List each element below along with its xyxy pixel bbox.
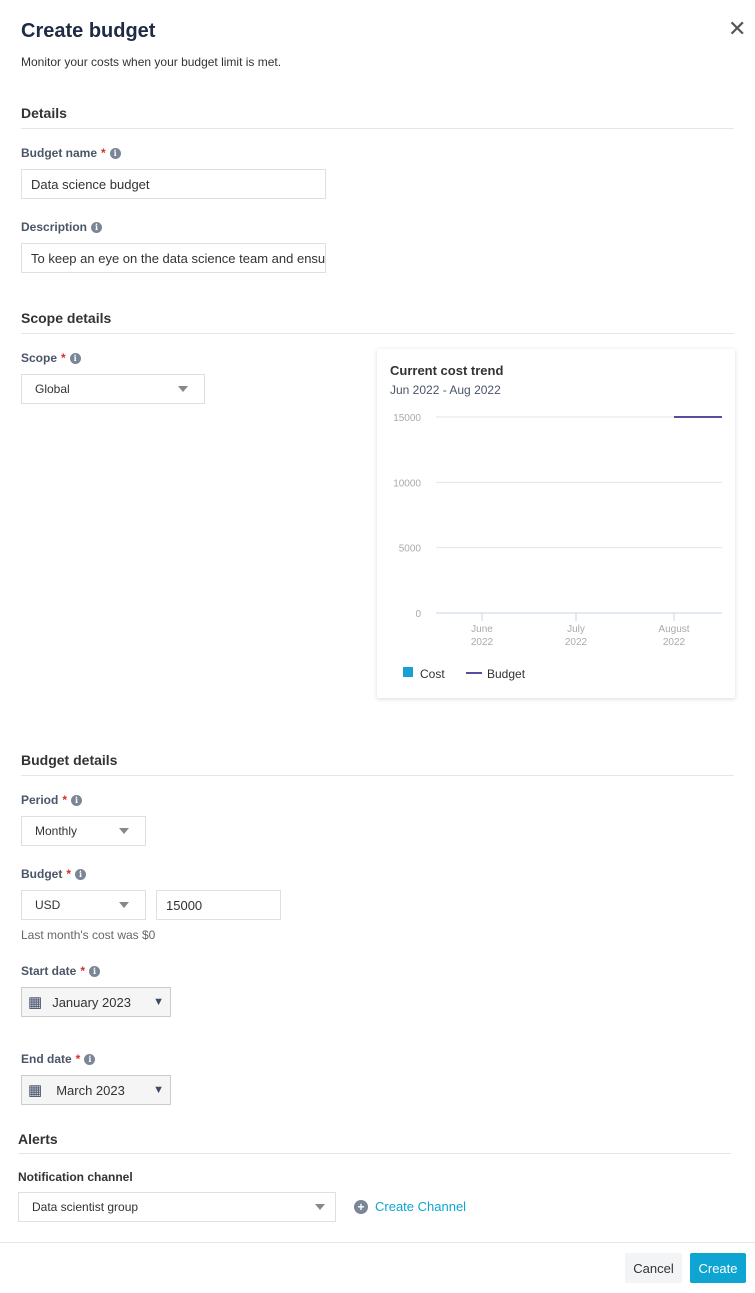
x-tick-label: July [567,624,585,635]
y-tick-label: 5000 [399,544,422,555]
caret-down-icon [119,828,129,834]
caret-down-icon [119,902,129,908]
scope-value: Global [35,382,70,396]
plus-circle-icon: + [354,1199,368,1214]
required-mark: * [101,146,106,160]
label-text: Description [21,220,88,234]
required-mark: * [61,351,66,365]
alerts-heading: Alerts [18,1131,58,1147]
description-label: Description i [21,220,103,234]
description-input[interactable]: To keep an eye on the data science team … [21,243,326,273]
y-tick-label: 15000 [393,413,421,424]
budget-label: Budget * i [21,867,86,881]
scope-label: Scope * i [21,351,81,365]
info-icon[interactable]: i [69,352,81,364]
label-text: End date [21,1052,72,1066]
info-icon[interactable]: i [89,965,101,977]
calendar-icon: ▦ [28,994,43,1011]
notification-channel-label: Notification channel [18,1170,133,1184]
y-tick-label: 10000 [393,478,421,489]
x-tick-label: 2022 [565,637,588,648]
footer-divider [0,1242,755,1243]
budget-amount-input[interactable]: 15000 [156,890,281,920]
create-channel-label: Create Channel [375,1199,467,1214]
info-icon[interactable]: i [71,794,83,806]
start-date-picker[interactable]: ▦ January 2023 ▼ [21,987,171,1017]
start-date-value: January 2023 [52,994,131,1010]
label-text: Budget name [21,146,98,160]
cost-trend-chart: 0 5000 10000 15000 June 2022 July 2022 August 202… [393,413,722,648]
legend-cost-label: Cost [420,667,445,681]
end-date-label: End date * i [21,1052,96,1066]
period-select[interactable]: Monthly [21,816,146,846]
dialog-title: Create budget [21,20,156,42]
required-mark: * [62,793,68,807]
divider [18,1153,731,1154]
legend-budget-label: Budget [487,667,526,681]
info-icon[interactable]: i [75,868,86,880]
cancel-button[interactable]: Cancel [625,1253,682,1283]
scope-heading: Scope details [21,310,112,326]
currency-value: USD [35,898,61,912]
currency-select[interactable]: USD [21,890,146,920]
info-icon[interactable]: i [84,1053,96,1065]
dialog-subtitle: Monitor your costs when your budget limi… [21,55,282,69]
label-text: Period [21,793,59,807]
scope-select[interactable]: Global [21,374,205,404]
divider [21,333,734,334]
budget-name-input[interactable]: Data science budget [21,169,326,199]
last-month-hint: Last month's cost was $0 [21,928,156,942]
budget-details-heading: Budget details [21,752,118,768]
x-tick-label: 2022 [663,637,686,648]
create-button[interactable]: Create [690,1253,746,1283]
label-text: Budget [21,867,63,881]
required-mark: * [80,964,86,978]
required-mark: * [75,1052,81,1066]
channel-value: Data scientist group [32,1200,139,1214]
chevron-down-icon: ▼ [153,1084,164,1096]
divider [21,775,734,776]
end-date-picker[interactable]: ▦ March 2023 ▼ [21,1075,171,1105]
info-icon[interactable]: i [91,221,103,233]
y-tick-label: 0 [415,609,421,620]
cost-trend-card: Current cost trend Jun 2022 - Aug 2022 0… [377,349,735,698]
legend-cost-swatch [403,667,413,677]
calendar-icon: ▦ [28,1082,43,1099]
details-heading: Details [21,105,67,121]
info-icon[interactable]: i [109,147,121,159]
end-date-value: March 2023 [56,1082,125,1098]
budget-name-label: Budget name * i [21,146,121,160]
label-text: Scope [21,351,58,365]
caret-down-icon [315,1204,325,1210]
chevron-down-icon: ▼ [153,996,164,1008]
legend-budget-swatch [466,672,482,674]
caret-down-icon [178,386,188,392]
notification-channel-select[interactable]: Data scientist group [18,1192,336,1222]
period-value: Monthly [35,824,78,838]
label-text: Start date [21,964,77,978]
divider [21,128,734,129]
close-icon[interactable]: ✕ [728,16,746,42]
period-label: Period * i [21,793,83,807]
x-tick-label: June [471,624,493,635]
x-tick-label: 2022 [471,637,494,648]
start-date-label: Start date * i [21,964,101,978]
x-tick-label: August [658,624,689,635]
create-channel-link[interactable]: + Create Channel [354,1199,466,1214]
required-mark: * [66,867,71,881]
